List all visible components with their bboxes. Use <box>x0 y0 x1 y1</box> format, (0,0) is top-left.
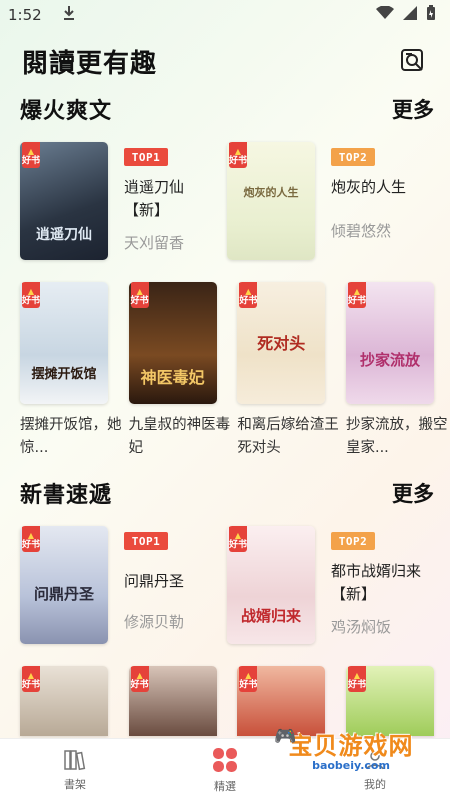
book-cover[interactable]: ▲ 好书 <box>20 666 108 736</box>
nav-label: 書架 <box>64 777 86 791</box>
section-title: 爆火爽文 <box>20 99 113 124</box>
book-author: 天刈留香 <box>124 234 185 252</box>
more-button[interactable]: 更多 <box>392 94 434 124</box>
book-card[interactable]: ▲ 好书 摆摊开饭馆 摆摊开饭馆，她惊... <box>20 282 122 460</box>
battery-icon <box>426 5 436 25</box>
book-cover[interactable]: ▲ 好书 逍遥刀仙 <box>20 142 108 260</box>
book-author: 鸡汤焖饭 <box>331 618 392 636</box>
search-icon <box>401 49 423 71</box>
watermark-logo: 🎮 宝贝游戏网 baobeiy.com <box>266 714 436 784</box>
book-card[interactable]: ▲ 好书 <box>128 666 217 736</box>
section-new-header: 新書速遞 更多 <box>0 476 450 510</box>
book-top1[interactable]: ▲ 好书 逍遥刀仙 TOP1 逍遥刀仙【新】 天刈留香 <box>20 142 227 260</box>
signal-icon <box>402 6 418 24</box>
hot-badge: ▲ 好书 <box>22 526 40 552</box>
hot-badge: ▲ 好书 <box>229 526 247 552</box>
clover-icon <box>213 747 237 772</box>
book-cover[interactable]: ▲ 好书 问鼎丹圣 <box>20 526 108 644</box>
book-cover[interactable]: ▲ 好书 炮灰的人生 <box>227 142 315 260</box>
hot-badge: ▲ 好书 <box>239 666 257 692</box>
download-icon <box>62 5 76 25</box>
book-author: 修源贝勒 <box>124 613 185 631</box>
book-title: 炮灰的人生 <box>331 178 407 196</box>
hot-badge: ▲ 好书 <box>130 666 149 692</box>
hot-badge: ▲ 好书 <box>347 666 366 692</box>
cover-title: 炮灰的人生 <box>243 186 299 199</box>
rank-badge: TOP2 <box>331 148 375 166</box>
app-header: 閱讀更有趣 <box>0 30 450 92</box>
book-top2[interactable]: ▲ 好书 炮灰的人生 TOP2 炮灰的人生 倾碧悠然 <box>227 142 434 260</box>
book-cover[interactable]: ▲ 好书 抄家流放 <box>345 282 434 404</box>
book-card[interactable]: ▲ 好书 抄家流放 抄家流放，搬空皇家... <box>345 282 447 460</box>
hot-badge: ▲ 好书 <box>22 282 40 308</box>
hot-badge: ▲ 好书 <box>130 282 149 308</box>
book-grid: ▲ 好书 摆摊开饭馆 摆摊开饭馆，她惊... ▲ 好书 神医毒妃 九皇叔的神医毒妃 … <box>0 282 450 460</box>
hot-badge: ▲ 好书 <box>229 142 247 168</box>
hot-badge: ▲ 好书 <box>239 282 257 308</box>
section-title: 新書速遞 <box>20 483 113 508</box>
hot-badge: ▲ 好书 <box>22 666 40 692</box>
section-hot-header: 爆火爽文 更多 <box>0 92 450 126</box>
watermark-text: 宝贝游戏网 <box>288 732 414 760</box>
cover-title: 战婿归来 <box>240 607 301 625</box>
book-title: 九皇叔的神医毒妃 <box>128 417 231 456</box>
book-card[interactable]: ▲ 好书 死对头 和离后嫁给渣王死对头 <box>237 282 339 460</box>
rank-badge: TOP2 <box>331 532 375 550</box>
more-button[interactable]: 更多 <box>392 478 434 508</box>
book-title: 和离后嫁给渣王死对头 <box>237 417 339 456</box>
hot-badge: ▲ 好书 <box>347 282 366 308</box>
cover-title: 神医毒妃 <box>140 368 205 387</box>
book-card[interactable]: ▲ 好书 <box>20 666 108 736</box>
bookshelf-icon <box>64 749 86 770</box>
rank-badge: TOP1 <box>124 148 168 166</box>
book-cover[interactable]: ▲ 好书 摆摊开饭馆 <box>20 282 108 404</box>
book-title: 摆摊开饭馆，她惊... <box>20 417 122 456</box>
book-cover[interactable]: ▲ 好书 战婿归来 <box>227 526 315 644</box>
nav-label: 精選 <box>214 779 236 793</box>
book-top1[interactable]: ▲ 好书 问鼎丹圣 TOP1 问鼎丹圣 修源贝勒 <box>20 526 227 644</box>
cover-title: 逍遥刀仙 <box>36 227 92 243</box>
page-title: 閱讀更有趣 <box>22 48 158 79</box>
top-ranking-row: ▲ 好书 问鼎丹圣 TOP1 问鼎丹圣 修源贝勒 ▲ 好书 战婿归来 TOP2 都市… <box>0 526 450 644</box>
cover-title: 抄家流放 <box>359 351 420 369</box>
rank-badge: TOP1 <box>124 532 168 550</box>
top-ranking-row: ▲ 好书 逍遥刀仙 TOP1 逍遥刀仙【新】 天刈留香 ▲ 好书 炮灰的人生 TOP… <box>0 142 450 260</box>
cover-title: 摆摊开饭馆 <box>31 367 97 382</box>
status-bar: 1:52 <box>0 0 450 30</box>
search-button[interactable] <box>398 46 428 76</box>
hot-badge: ▲ 好书 <box>22 142 40 168</box>
book-title: 抄家流放，搬空皇家... <box>345 417 448 456</box>
book-top2[interactable]: ▲ 好书 战婿归来 TOP2 都市战婿归来【新】 鸡汤焖饭 <box>227 526 434 644</box>
book-cover[interactable]: ▲ 好书 神医毒妃 <box>128 282 217 404</box>
book-title: 逍遥刀仙【新】 <box>124 178 185 219</box>
gamepad-icon: 🎮 <box>274 726 297 747</box>
status-time: 1:52 <box>8 6 42 24</box>
book-cover[interactable]: ▲ 好书 <box>128 666 217 736</box>
nav-bookshelf[interactable]: 書架 <box>0 739 150 800</box>
book-cover[interactable]: ▲ 好书 死对头 <box>237 282 326 404</box>
cover-title: 死对头 <box>257 334 306 353</box>
book-author: 倾碧悠然 <box>331 222 392 240</box>
cover-title: 问鼎丹圣 <box>33 585 94 603</box>
book-card[interactable]: ▲ 好书 神医毒妃 九皇叔的神医毒妃 <box>128 282 230 460</box>
book-title: 都市战婿归来【新】 <box>331 562 422 603</box>
watermark-url: baobeiy.com <box>312 759 390 772</box>
book-title: 问鼎丹圣 <box>124 572 185 590</box>
wifi-icon <box>376 5 394 24</box>
